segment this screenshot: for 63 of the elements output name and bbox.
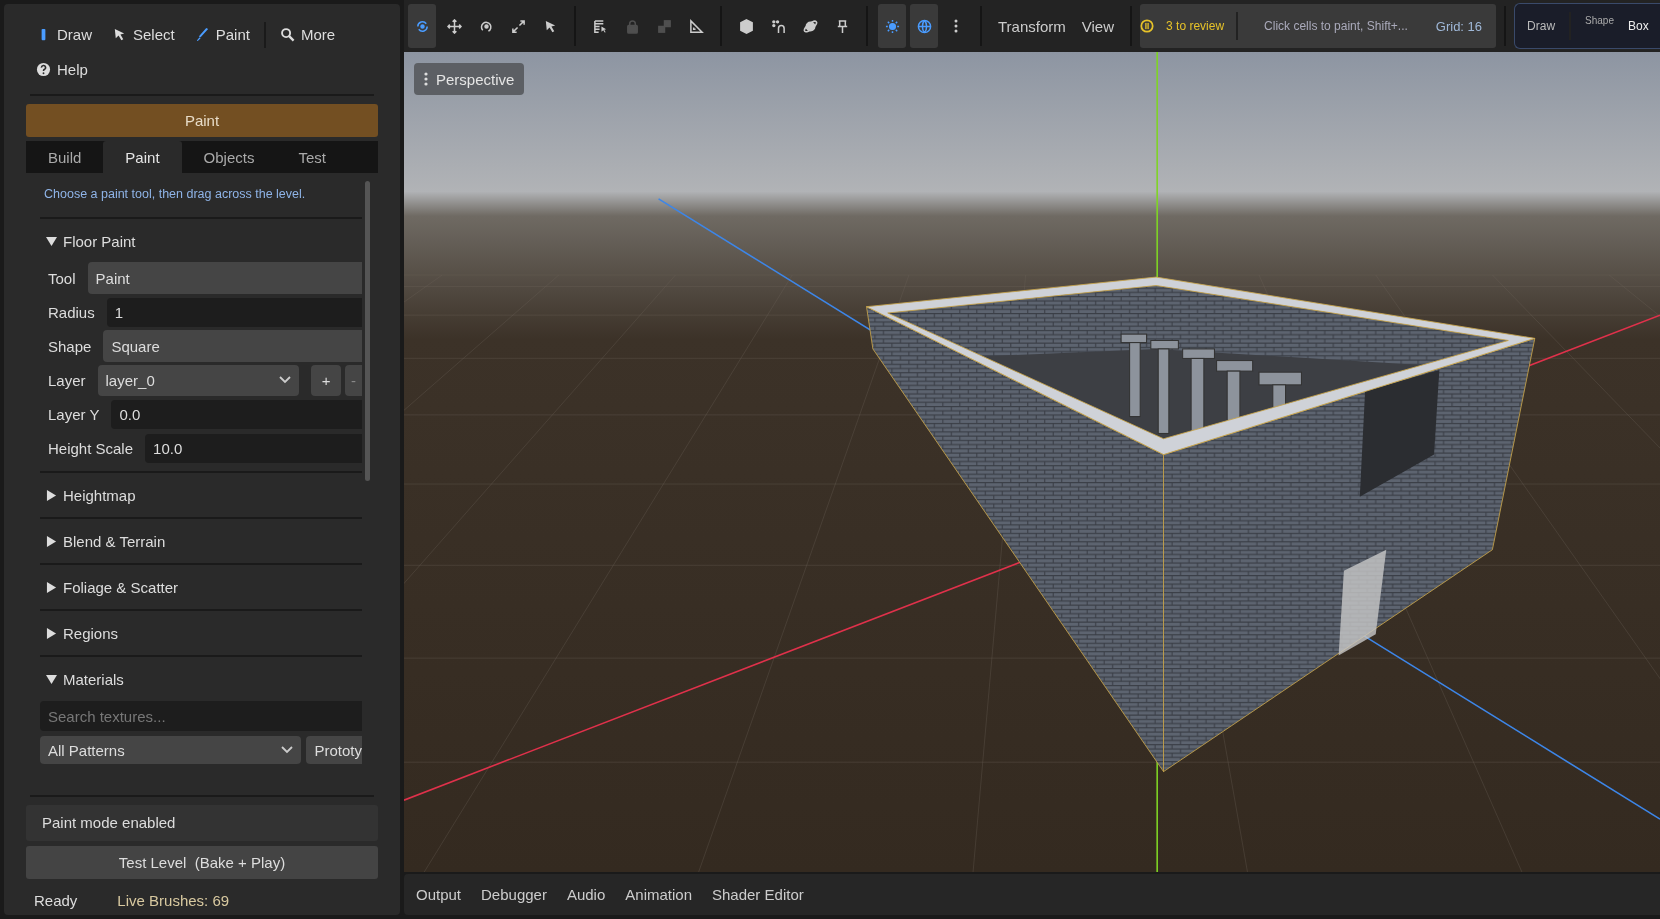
mode-banner: Paint — [26, 104, 378, 137]
brush-icon — [194, 27, 210, 43]
panel-tab[interactable]: Debugger — [481, 886, 547, 903]
menu-button[interactable]: Transform — [998, 17, 1066, 35]
status-hint: Click cells to paint, Shift+... — [1264, 19, 1408, 33]
field-label: Height Scale — [47, 439, 134, 457]
section-header[interactable]: Heightmap — [40, 473, 136, 517]
search-icon — [279, 27, 295, 43]
filter-button[interactable]: Prototy — [306, 736, 362, 764]
toolbar-button[interactable]: Paint — [194, 26, 250, 44]
field-label: Tool — [47, 269, 76, 287]
toolbar-button[interactable]: More — [279, 26, 336, 44]
panel-tab[interactable]: Shader Editor — [712, 886, 804, 903]
panel-tab[interactable]: Audio — [566, 886, 606, 903]
view-menu-button[interactable]: Perspective — [414, 63, 525, 95]
scrollbar[interactable] — [365, 181, 370, 481]
toolbar-button[interactable]: Help — [36, 61, 88, 79]
panel-tab[interactable]: Animation — [625, 886, 692, 903]
caret-icon — [279, 376, 292, 384]
tab[interactable]: Build — [26, 141, 104, 173]
section-header[interactable]: Materials — [40, 657, 124, 701]
tab[interactable]: Objects — [181, 141, 277, 173]
shape-option[interactable]: Box — [1628, 19, 1649, 33]
input-field[interactable]: 10.0 — [145, 433, 362, 463]
tab[interactable]: Paint — [103, 141, 182, 173]
review-link[interactable]: 3 to review — [1166, 19, 1225, 33]
status-message: Paint mode enabled — [26, 805, 378, 841]
field-label: Shape — [47, 337, 92, 355]
option-button[interactable]: Square — [103, 330, 362, 362]
section-header[interactable]: Foliage & Scatter — [40, 565, 179, 609]
help-icon — [36, 62, 51, 78]
search-field[interactable]: Search textures... — [40, 701, 362, 731]
warning-icon — [1140, 19, 1155, 33]
draw-button[interactable]: Draw — [1527, 19, 1556, 33]
input-field[interactable]: 1 — [106, 297, 362, 327]
panel-tab[interactable]: Output — [416, 886, 462, 903]
dropdown[interactable]: layer_0 — [97, 364, 300, 396]
hint-text: Choose a paint tool, then drag across the level. — [43, 186, 307, 203]
menu-button[interactable]: View — [1081, 17, 1115, 35]
input-field[interactable]: 0.0 — [111, 399, 362, 429]
shape-label: Shape — [1585, 14, 1614, 26]
toolbar-button[interactable] — [910, 4, 938, 48]
section-header[interactable]: Regions — [40, 611, 119, 655]
small-button[interactable]: + — [311, 364, 342, 396]
field-label: Radius — [47, 303, 95, 321]
option-button[interactable]: Paint — [87, 262, 362, 294]
brush-count: Live Brushes: 69 — [117, 892, 230, 909]
tab[interactable]: Test — [276, 141, 348, 173]
section-header[interactable]: Floor Paint — [40, 219, 136, 263]
caret-icon — [281, 746, 294, 754]
section-header[interactable]: Blend & Terrain — [40, 519, 166, 563]
pointer-icon — [112, 27, 127, 43]
toolbar-button[interactable] — [878, 4, 906, 48]
field-label: Layer Y — [47, 405, 100, 423]
grid-size: Grid: 16 — [1435, 18, 1483, 34]
test-level-button[interactable]: Test Level (Bake + Play) — [26, 846, 378, 879]
toolbar-button[interactable]: Draw — [36, 26, 92, 44]
toolbar-button[interactable]: Select — [112, 26, 175, 44]
status-text: Ready — [34, 892, 78, 909]
viewport[interactable]: Perspective — [404, 52, 1660, 872]
more-icon — [424, 72, 428, 86]
field-label: Layer — [47, 371, 86, 389]
dropdown[interactable]: All Patterns — [40, 736, 302, 764]
